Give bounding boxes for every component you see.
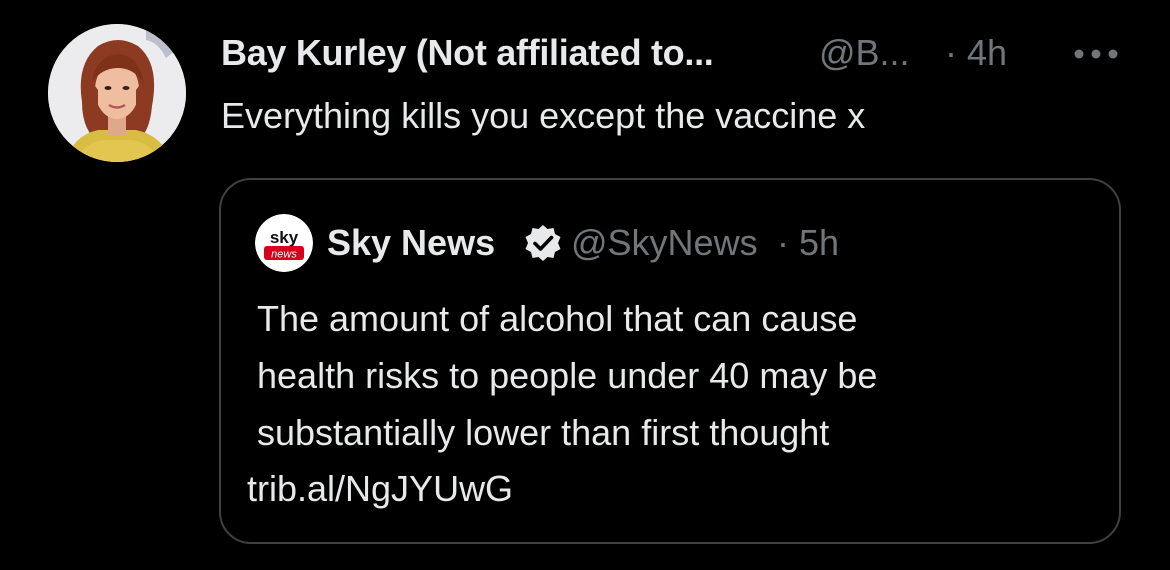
quote-author-display-name[interactable]: Sky News xyxy=(327,218,495,268)
quote-author-avatar[interactable]: sky news xyxy=(255,214,313,272)
quote-text-line: health risks to people under 40 may be xyxy=(257,355,878,396)
more-horizontal-icon xyxy=(1074,49,1118,59)
quote-text-line: substantially lower than first thought xyxy=(257,412,830,453)
sky-news-logo-icon: sky news xyxy=(255,214,313,272)
author-display-name[interactable]: Bay Kurley (Not affiliated to... xyxy=(221,28,714,78)
quote-text-line: The amount of alcohol that can cause xyxy=(257,298,858,339)
more-options-button[interactable] xyxy=(1069,42,1129,66)
tweet-text: Everything kills you except the vaccine … xyxy=(221,95,866,136)
tweet[interactable]: Bay Kurley (Not affiliated to... @B... ·… xyxy=(0,0,1170,570)
user-avatar-photo-icon xyxy=(48,24,186,162)
quote-link[interactable]: trib.al/NgJYUwG xyxy=(247,460,513,517)
tweet-timestamp[interactable]: · 4h xyxy=(945,28,1007,78)
quote-author-handle[interactable]: @SkyNews xyxy=(571,218,758,268)
verified-badge-icon xyxy=(523,223,563,263)
quoted-tweet[interactable]: sky news Sky News @SkyNews · 5h The amou… xyxy=(219,178,1121,544)
author-handle[interactable]: @B... xyxy=(819,28,910,78)
quote-timestamp[interactable]: · 5h xyxy=(777,218,839,268)
author-avatar[interactable] xyxy=(48,24,186,162)
sky-logo-text-top: sky xyxy=(270,228,299,247)
sky-logo-text-bottom: news xyxy=(271,249,297,261)
tweet-header: Bay Kurley (Not affiliated to... @B... ·… xyxy=(221,28,1161,78)
quote-text: The amount of alcohol that can cause hea… xyxy=(257,290,1097,461)
